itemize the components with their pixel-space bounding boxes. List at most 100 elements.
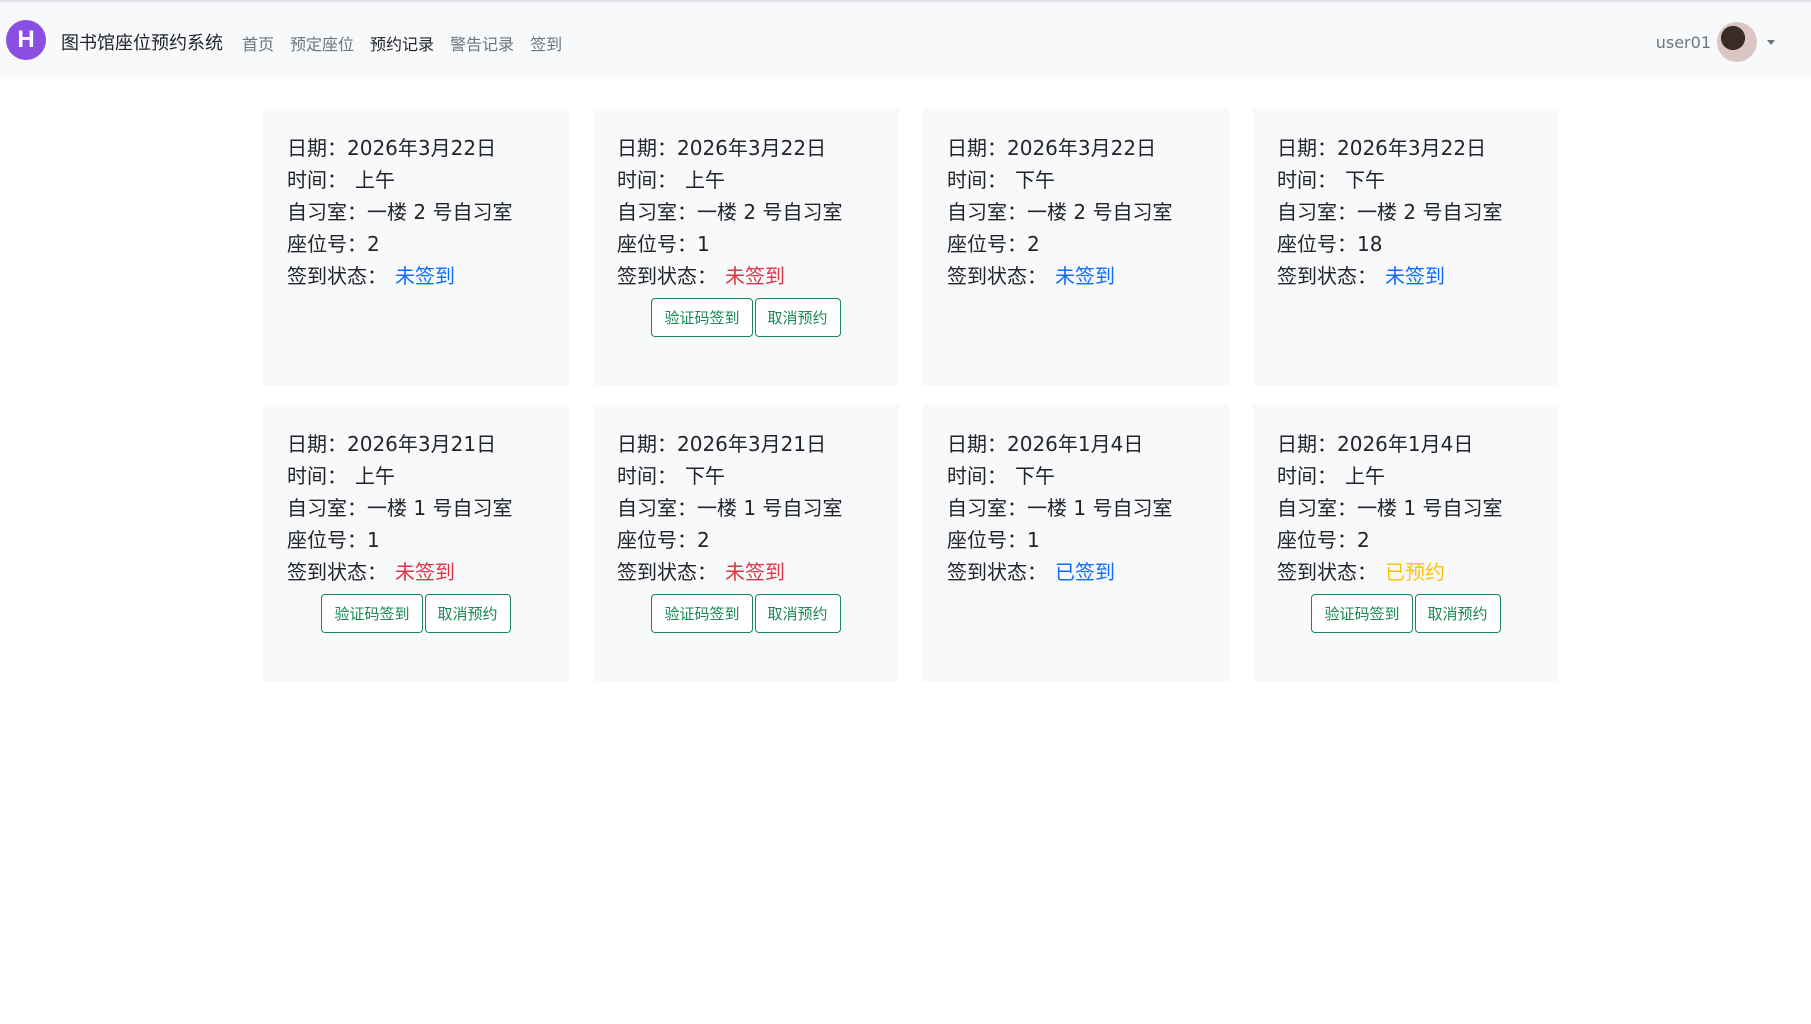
room-line-label: 自习室： — [947, 496, 1027, 520]
time-line-value: 上午 — [685, 168, 725, 192]
room-line-label: 自习室： — [617, 496, 697, 520]
seat-line-value: 1 — [697, 232, 710, 256]
date-line-value: 2026年1月4日 — [1337, 432, 1474, 456]
navbar: H 图书馆座位预约系统 首页 预定座位 预约记录 警告记录 签到 user01 — [0, 2, 1811, 77]
seat-line: 座位号：2 — [617, 524, 875, 556]
date-line-value: 2026年3月21日 — [347, 432, 497, 456]
room-line-label: 自习室： — [287, 496, 367, 520]
user-menu[interactable]: user01 — [1656, 22, 1775, 62]
seat-line: 座位号：2 — [1277, 524, 1535, 556]
code-checkin-button[interactable]: 验证码签到 — [651, 594, 753, 633]
room-line: 自习室：一楼 1 号自习室 — [1277, 492, 1535, 524]
reservation-card: 日期：2026年1月4日时间： 下午自习室：一楼 1 号自习室座位号：1 签到状态：… — [923, 404, 1229, 682]
status-line: 签到状态： 未签到 — [617, 556, 875, 588]
seat-line: 座位号：2 — [947, 228, 1205, 260]
time-line-label: 时间： — [617, 464, 677, 488]
date-line: 日期：2026年3月22日 — [1277, 132, 1535, 164]
status-label: 签到状态： — [1277, 264, 1377, 288]
room-line: 自习室：一楼 1 号自习室 — [287, 492, 545, 524]
date-line: 日期：2026年3月21日 — [617, 428, 875, 460]
status-label: 签到状态： — [617, 264, 717, 288]
room-line-label: 自习室： — [1277, 200, 1357, 224]
status-line: 签到状态： 已预约 — [1277, 556, 1535, 588]
date-line-value: 2026年3月22日 — [677, 136, 827, 160]
cancel-reservation-button[interactable]: 取消预约 — [424, 594, 511, 633]
card-actions: 验证码签到 取消预约 — [287, 594, 545, 633]
seat-line: 座位号：18 — [1277, 228, 1535, 260]
date-line: 日期：2026年3月21日 — [287, 428, 545, 460]
time-line: 时间： 上午 — [1277, 460, 1535, 492]
time-line-value: 下午 — [1345, 168, 1385, 192]
time-line-label: 时间： — [287, 464, 347, 488]
nav-reserve-seat[interactable]: 预定座位 — [290, 31, 354, 55]
time-line: 时间： 上午 — [287, 460, 545, 492]
date-line-value: 2026年3月21日 — [677, 432, 827, 456]
date-line-value: 2026年3月22日 — [1007, 136, 1157, 160]
reservation-card: 日期：2026年3月22日 时间： 上午 自习室：一楼 2 号自习室 座位号：2 签到状态… — [263, 108, 569, 386]
room-line: 自习室：一楼 2 号自习室 — [947, 196, 1205, 228]
code-checkin-button[interactable]: 验证码签到 — [1311, 594, 1413, 633]
status-label: 签到状态： — [1277, 560, 1377, 584]
cancel-reservation-button[interactable]: 取消预约 — [1414, 594, 1501, 633]
cancel-reservation-button[interactable]: 取消预约 — [754, 594, 841, 633]
date-line: 日期：2026年3月22日 — [947, 132, 1205, 164]
time-line: 时间： 下午 — [947, 460, 1205, 492]
reservation-card: 日期：2026年3月22日 时间： 上午自习室：一楼 2 号自习室 座位号：1 签到状态… — [593, 108, 899, 386]
seat-line-label: 座位号： — [287, 232, 367, 256]
status-line: 签到状态： 未签到 — [617, 260, 875, 292]
nav-checkin[interactable]: 签到 — [530, 31, 562, 55]
seat-line-label: 座位号： — [617, 232, 697, 256]
reservation-card: 日期：2026年1月4日 时间： 上午 自习室：一楼 1 号自习室 座位号：2 签到状态：… — [1253, 404, 1559, 682]
date-line: 日期：2026年3月22日 — [287, 132, 545, 164]
status-label: 签到状态： — [287, 560, 387, 584]
status-label: 签到状态： — [287, 264, 387, 288]
time-line-label: 时间： — [1277, 168, 1337, 192]
status-badge: 未签到 — [395, 264, 455, 288]
status-line: 签到状态： 未签到 — [287, 260, 545, 292]
nav-warning-records[interactable]: 警告记录 — [450, 31, 514, 55]
date-line-label: 日期： — [617, 136, 677, 160]
status-badge: 已预约 — [1385, 560, 1445, 584]
status-label: 签到状态： — [947, 560, 1047, 584]
room-line: 自习室：一楼 2 号自习室 — [1277, 196, 1535, 228]
seat-line-value: 2 — [697, 528, 710, 552]
cancel-reservation-button[interactable]: 取消预约 — [754, 298, 841, 337]
room-line-value: 一楼 2 号自习室 — [367, 200, 513, 224]
seat-line-label: 座位号： — [1277, 528, 1357, 552]
time-line: 时间： 下午 — [947, 164, 1205, 196]
room-line-value: 一楼 2 号自习室 — [1357, 200, 1503, 224]
room-line-label: 自习室： — [617, 200, 697, 224]
nav-reservation-records[interactable]: 预约记录 — [370, 31, 434, 55]
status-label: 签到状态： — [947, 264, 1047, 288]
logo-icon[interactable]: H — [6, 20, 46, 60]
seat-line-label: 座位号： — [947, 232, 1027, 256]
seat-line: 座位号：1 — [947, 524, 1205, 556]
room-line-value: 一楼 1 号自习室 — [1027, 496, 1173, 520]
status-label: 签到状态： — [617, 560, 717, 584]
status-badge: 未签到 — [725, 560, 785, 584]
date-line-label: 日期： — [947, 432, 1007, 456]
room-line-value: 一楼 2 号自习室 — [697, 200, 843, 224]
room-line: 自习室：一楼 2 号自习室 — [287, 196, 545, 228]
seat-line: 座位号：1 — [287, 524, 545, 556]
reservation-grid: 日期：2026年3月22日 时间： 上午 自习室：一楼 2 号自习室 座位号：2 签到状态… — [263, 108, 1559, 682]
time-line-label: 时间： — [287, 168, 347, 192]
date-line-value: 2026年1月4日 — [1007, 432, 1144, 456]
status-line: 签到状态： 未签到 — [287, 556, 545, 588]
site-title[interactable]: 图书馆座位预约系统 — [61, 29, 223, 55]
status-badge: 未签到 — [1385, 264, 1445, 288]
reservation-card: 日期：2026年3月22日 时间： 下午 自习室：一楼 2 号自习室 座位号：18 签到状… — [1253, 108, 1559, 386]
date-line: 日期：2026年1月4日 — [1277, 428, 1535, 460]
seat-line-value: 2 — [1027, 232, 1040, 256]
time-line: 时间： 上午 — [617, 164, 875, 196]
time-line: 时间： 下午 — [617, 460, 875, 492]
date-line-value: 2026年3月22日 — [1337, 136, 1487, 160]
code-checkin-button[interactable]: 验证码签到 — [651, 298, 753, 337]
time-line-label: 时间： — [617, 168, 677, 192]
card-actions: 验证码签到 取消预约 — [617, 298, 875, 337]
nav-home[interactable]: 首页 — [242, 31, 274, 55]
time-line-value: 上午 — [355, 464, 395, 488]
time-line-value: 下午 — [1015, 464, 1055, 488]
code-checkin-button[interactable]: 验证码签到 — [321, 594, 423, 633]
status-badge: 未签到 — [1055, 264, 1115, 288]
